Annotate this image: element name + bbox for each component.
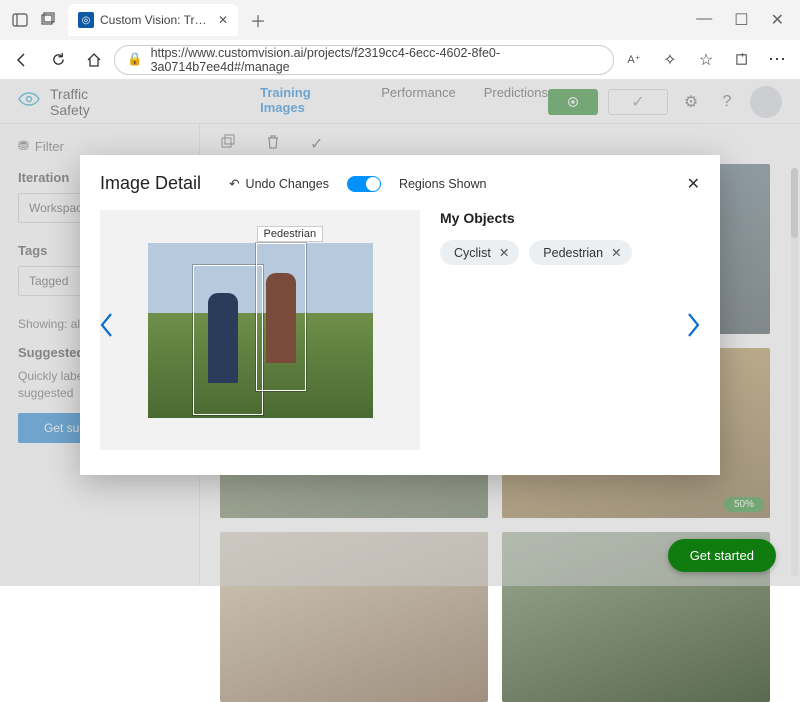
image-preview-pane[interactable]: Pedestrian <box>100 210 420 450</box>
prev-image-button[interactable] <box>92 310 122 340</box>
refresh-button[interactable] <box>42 44 74 76</box>
bounding-box-pedestrian[interactable]: Pedestrian <box>256 243 306 391</box>
tab-overview-icon[interactable] <box>34 6 62 34</box>
close-window-icon[interactable]: ✕ <box>771 10 784 30</box>
undo-changes-button[interactable]: ↶ Undo Changes <box>229 176 329 191</box>
collections-icon[interactable] <box>726 44 758 76</box>
modal-title: Image Detail <box>100 173 201 194</box>
bounding-box-cyclist[interactable] <box>193 265 263 415</box>
get-started-button[interactable]: Get started <box>668 539 776 572</box>
window-titlebar: ◎ Custom Vision: Traffic Safety - Tr ✕ ＋… <box>0 0 800 40</box>
home-button[interactable] <box>78 44 110 76</box>
modal-close-button[interactable]: ✕ <box>687 174 700 194</box>
image-preview[interactable]: Pedestrian <box>148 243 373 418</box>
back-button[interactable] <box>6 44 38 76</box>
next-image-button[interactable] <box>678 310 708 340</box>
image-detail-modal: Image Detail ↶ Undo Changes Regions Show… <box>80 155 720 475</box>
maximize-icon[interactable]: ☐ <box>734 10 748 30</box>
more-menu-icon[interactable]: ⋯ <box>762 44 794 76</box>
remove-tag-icon[interactable]: ✕ <box>499 245 509 260</box>
undo-label: Undo Changes <box>246 177 329 191</box>
new-tab-button[interactable]: ＋ <box>244 6 272 34</box>
url-input[interactable]: 🔒 https://www.customvision.ai/projects/f… <box>114 45 614 75</box>
remove-tag-icon[interactable]: ✕ <box>611 245 621 260</box>
objects-heading: My Objects <box>440 210 700 226</box>
favorites-icon[interactable]: ☆ <box>690 44 722 76</box>
tag-label: Pedestrian <box>543 246 603 260</box>
tab-title: Custom Vision: Traffic Safety - Tr <box>100 13 212 27</box>
bbox-label: Pedestrian <box>257 226 324 242</box>
url-text: https://www.customvision.ai/projects/f23… <box>151 46 601 74</box>
tab-close-icon[interactable]: ✕ <box>218 13 228 27</box>
reader-icon[interactable]: A⁺ <box>618 44 650 76</box>
favicon-icon: ◎ <box>78 12 94 28</box>
tag-chip-pedestrian[interactable]: Pedestrian ✕ <box>529 240 631 265</box>
objects-pane: My Objects Cyclist ✕ Pedestrian ✕ <box>440 210 700 457</box>
regions-shown-toggle[interactable] <box>347 176 381 192</box>
tag-label: Cyclist <box>454 246 491 260</box>
address-bar: 🔒 https://www.customvision.ai/projects/f… <box>0 40 800 80</box>
tag-chip-cyclist[interactable]: Cyclist ✕ <box>440 240 519 265</box>
browser-tab[interactable]: ◎ Custom Vision: Traffic Safety - Tr ✕ <box>68 4 238 36</box>
minimize-icon[interactable]: — <box>696 10 712 30</box>
lock-icon: 🔒 <box>127 52 143 67</box>
sidebar-toggle-icon[interactable] <box>6 6 34 34</box>
star-icon[interactable]: ✧ <box>654 44 686 76</box>
regions-shown-label: Regions Shown <box>399 177 487 191</box>
undo-icon: ↶ <box>229 176 239 191</box>
